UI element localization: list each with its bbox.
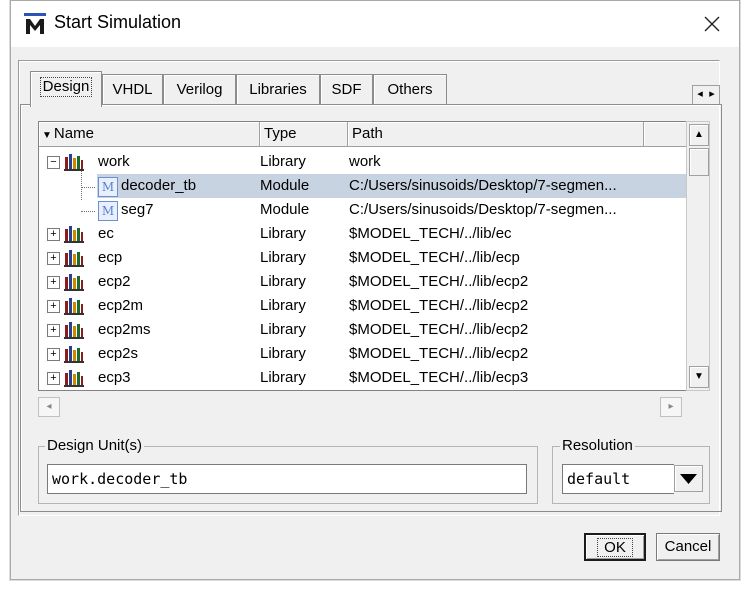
row-path: $MODEL_TECH/../lib/ecp xyxy=(349,249,520,266)
tab-sdf[interactable]: SDF xyxy=(320,74,373,105)
scroll-right-button[interactable]: ▸ xyxy=(660,397,682,417)
resolution-dropdown-button[interactable] xyxy=(674,465,703,492)
library-icon xyxy=(64,226,84,243)
row-type: Library xyxy=(260,345,306,362)
row-path: C:/Users/sinusoids/Desktop/7-segmen... xyxy=(349,177,617,194)
module-icon: M xyxy=(98,177,118,197)
row-path: $MODEL_TECH/../lib/ecp3 xyxy=(349,369,529,386)
expand-icon[interactable]: + xyxy=(47,252,60,265)
scroll-up-button[interactable]: ▲ xyxy=(689,124,709,146)
row-path: $MODEL_TECH/../lib/ecp2 xyxy=(349,297,529,314)
window-title: Start Simulation xyxy=(54,12,182,32)
row-type: Library xyxy=(260,225,306,242)
tree-row-ecp2[interactable]: + ecp2 Library $MODEL_TECH/../lib/ecp2 xyxy=(39,270,686,294)
library-icon xyxy=(64,298,84,315)
tab-scroll-buttons: ◂ ▸ xyxy=(692,85,720,105)
scroll-left-button[interactable]: ◂ xyxy=(38,397,60,417)
tab-vhdl[interactable]: VHDL xyxy=(102,74,163,105)
tree-row-seg7[interactable]: M seg7 Module C:/Users/sinusoids/Desktop… xyxy=(39,198,686,222)
module-icon: M xyxy=(98,201,118,221)
arrow-right-icon: ▸ xyxy=(668,401,674,412)
arrow-down-icon: ▼ xyxy=(694,371,704,382)
tab-libraries[interactable]: Libraries xyxy=(236,74,320,105)
close-icon xyxy=(704,16,720,32)
tab-verilog[interactable]: Verilog xyxy=(163,74,236,105)
column-header-filler xyxy=(644,122,686,147)
resolution-label: Resolution xyxy=(560,437,635,454)
row-name: ecp xyxy=(98,249,123,266)
row-type: Library xyxy=(260,297,306,314)
row-type: Library xyxy=(260,249,306,266)
row-type: Library xyxy=(260,369,306,386)
tab-scroll-left-icon[interactable]: ◂ xyxy=(694,86,706,103)
library-icon xyxy=(64,346,84,363)
ok-button[interactable]: OK xyxy=(584,533,646,561)
library-icon xyxy=(64,370,84,387)
row-path: work xyxy=(349,153,381,170)
scroll-thumb[interactable] xyxy=(689,148,709,176)
row-path: $MODEL_TECH/../lib/ecp2 xyxy=(349,273,529,290)
library-icon xyxy=(64,322,84,339)
resolution-select[interactable]: default xyxy=(562,464,674,494)
row-type: Library xyxy=(260,153,306,170)
row-type: Module xyxy=(260,201,310,218)
design-unit-label: Design Unit(s) xyxy=(45,437,145,454)
cancel-button[interactable]: Cancel xyxy=(656,533,720,561)
tree-row-work[interactable]: − work Library work xyxy=(39,150,686,174)
row-name: ecp2s xyxy=(98,345,139,362)
modelsim-app-icon xyxy=(24,13,46,34)
collapse-icon[interactable]: − xyxy=(47,156,60,169)
row-name: seg7 xyxy=(121,201,154,218)
expand-icon[interactable]: + xyxy=(47,324,60,337)
tree-row-ecp2ms[interactable]: + ecp2ms Library $MODEL_TECH/../lib/ecp2 xyxy=(39,318,686,342)
row-type: Module xyxy=(260,177,310,194)
sort-icon: ▼ xyxy=(42,130,52,141)
column-header-path[interactable]: Path xyxy=(348,122,644,147)
design-unit-input[interactable]: work.decoder_tb xyxy=(47,464,527,494)
row-name: work xyxy=(98,153,130,170)
title-bar: Start Simulation xyxy=(11,1,739,47)
tree-row-decoder-tb[interactable]: M decoder_tb Module C:/Users/sinusoids/D… xyxy=(39,174,686,198)
row-name: ec xyxy=(98,225,114,242)
row-name: ecp2 xyxy=(98,273,131,290)
tree-row-ecp2s[interactable]: + ecp2s Library $MODEL_TECH/../lib/ecp2 xyxy=(39,342,686,366)
tree-row-ecp3[interactable]: + ecp3 Library $MODEL_TECH/../lib/ecp3 xyxy=(39,366,686,390)
tab-design[interactable]: Design xyxy=(30,71,102,107)
row-path: $MODEL_TECH/../lib/ecp2 xyxy=(349,321,529,338)
close-button[interactable] xyxy=(695,9,729,39)
row-name: ecp3 xyxy=(98,369,131,386)
column-header-name[interactable]: ▼ Name xyxy=(39,122,260,147)
design-tree-list: ▼ Name Type Path − work Library work M de… xyxy=(38,121,687,391)
tree-row-ec[interactable]: + ec Library $MODEL_TECH/../lib/ec xyxy=(39,222,686,246)
expand-icon[interactable]: + xyxy=(47,348,60,361)
tree-row-ecp[interactable]: + ecp Library $MODEL_TECH/../lib/ecp xyxy=(39,246,686,270)
column-header-type[interactable]: Type xyxy=(260,122,348,147)
row-name: ecp2ms xyxy=(98,321,151,338)
horizontal-scrollbar[interactable]: ◂ ▸ xyxy=(38,397,685,417)
scroll-down-button[interactable]: ▼ xyxy=(689,366,709,388)
arrow-left-icon: ◂ xyxy=(46,401,52,412)
dropdown-arrow-icon xyxy=(680,474,697,484)
arrow-up-icon: ▲ xyxy=(694,129,704,140)
tree-row-ecp2m[interactable]: + ecp2m Library $MODEL_TECH/../lib/ecp2 xyxy=(39,294,686,318)
library-icon xyxy=(64,274,84,291)
row-type: Library xyxy=(260,273,306,290)
library-icon xyxy=(64,250,84,267)
expand-icon[interactable]: + xyxy=(47,228,60,241)
expand-icon[interactable]: + xyxy=(47,300,60,313)
row-path: C:/Users/sinusoids/Desktop/7-segmen... xyxy=(349,201,617,218)
vertical-scrollbar[interactable]: ▲ ▼ xyxy=(686,121,710,391)
row-name: decoder_tb xyxy=(121,177,197,194)
expand-icon[interactable]: + xyxy=(47,372,60,385)
row-path: $MODEL_TECH/../lib/ec xyxy=(349,225,512,242)
library-icon xyxy=(64,154,84,171)
expand-icon[interactable]: + xyxy=(47,276,60,289)
row-path: $MODEL_TECH/../lib/ecp2 xyxy=(349,345,529,362)
tab-others[interactable]: Others xyxy=(373,74,447,105)
row-type: Library xyxy=(260,321,306,338)
tab-scroll-right-icon[interactable]: ▸ xyxy=(706,86,718,103)
row-name: ecp2m xyxy=(98,297,144,314)
